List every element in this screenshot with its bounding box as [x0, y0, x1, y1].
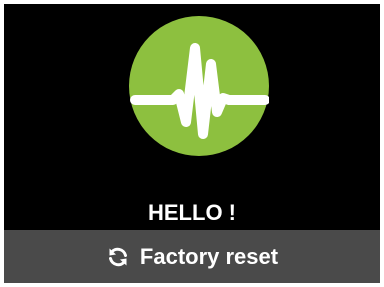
heartbeat-wave-icon: [129, 16, 269, 156]
device-screen: HELLO ! Factory reset: [4, 4, 380, 283]
refresh-icon: [106, 245, 130, 269]
greeting-text: HELLO !: [148, 200, 236, 225]
factory-reset-label: Factory reset: [139, 243, 279, 269]
app-logo: [129, 16, 269, 156]
factory-reset-button[interactable]: Factory reset: [4, 230, 380, 283]
